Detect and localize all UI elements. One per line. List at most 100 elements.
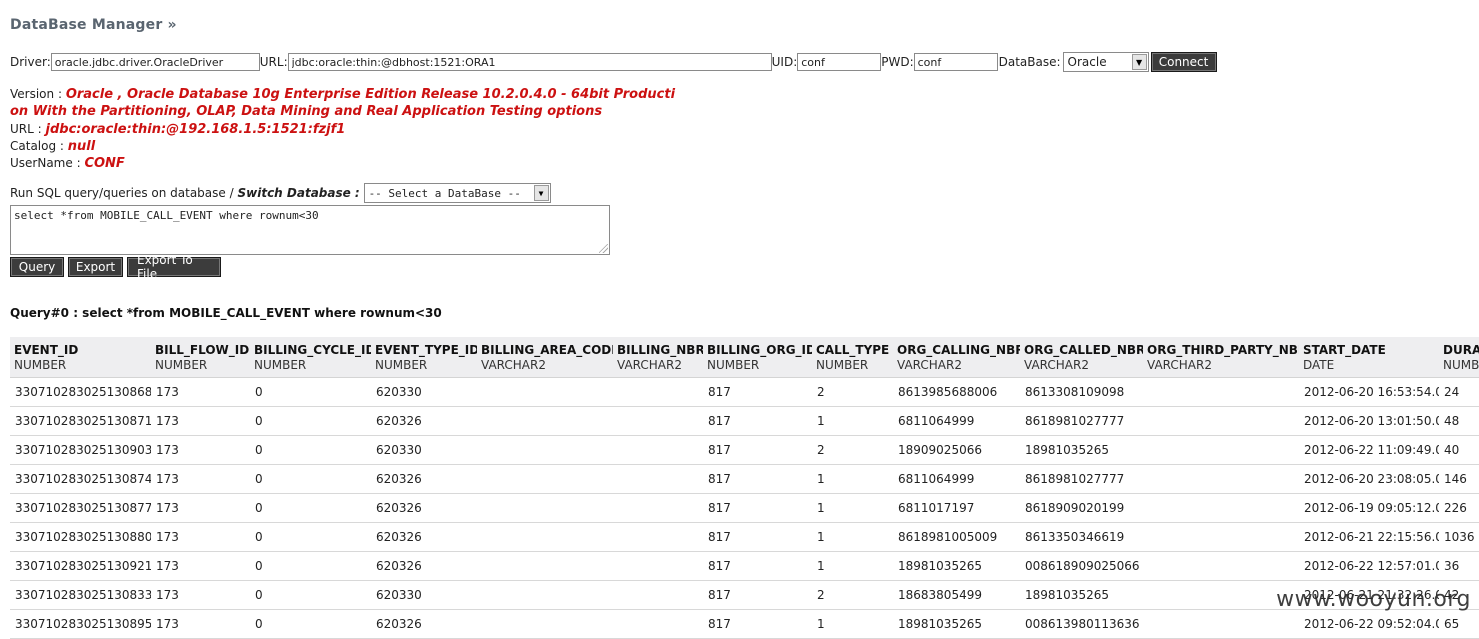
column-type: VARCHAR2: [897, 358, 962, 372]
version-label: Version :: [10, 87, 62, 101]
column-name: ORG_CALLING_NBR: [897, 343, 1020, 357]
table-header-row: EVENT_ID NUMBER BILL_FLOW_ID NUMBER BILLING_…: [10, 337, 1479, 378]
table-cell: 1: [812, 551, 893, 581]
chevron-down-icon[interactable]: ▼: [533, 185, 549, 201]
chevron-down-icon[interactable]: ▼: [1131, 54, 1147, 70]
connection-info: Version : Oracle , Oracle Database 10g E…: [10, 86, 675, 172]
table-cell: 620330: [371, 435, 477, 465]
table-cell: 1: [812, 522, 893, 552]
table-cell: [613, 493, 703, 523]
pwd-label: PWD:: [881, 55, 914, 69]
table-cell: 817: [703, 464, 812, 494]
table-cell: 2012-06-20 23:08:05.0: [1299, 464, 1439, 494]
uid-input[interactable]: [797, 53, 882, 71]
table-cell: 8618981027777: [1020, 406, 1143, 436]
driver-input[interactable]: [50, 53, 260, 71]
column-name: EVENT_ID: [14, 343, 79, 357]
table-cell: 0: [250, 609, 371, 639]
table-cell: 24: [1439, 377, 1479, 407]
username-label: UserName :: [10, 156, 81, 171]
run-sql-label: Run SQL query/queries on database /: [10, 186, 234, 200]
table-cell: 2012-06-21 22:15:56.0: [1299, 522, 1439, 552]
column-name: BILLING_CYCLE_ID: [254, 343, 371, 357]
table-cell: 2012-06-20 13:01:50.0: [1299, 406, 1439, 436]
table-row: 330710283025130880 173 0 620326 817 1 86189810…: [10, 522, 1479, 552]
table-row: 330710283025130877 173 0 620326 817 1 68110171…: [10, 493, 1479, 523]
url-label: URL:: [259, 55, 288, 69]
results-table-wrap: EVENT_ID NUMBER BILL_FLOW_ID NUMBER BILLING_…: [10, 337, 1479, 639]
table-cell: 40: [1439, 435, 1479, 465]
database-select-value: Oracle: [1067, 55, 1107, 69]
switch-database-select[interactable]: -- Select a DataBase -- ▼: [363, 183, 551, 203]
column-name: BILLING_ORG_ID: [707, 343, 812, 357]
table-cell: 2: [812, 580, 893, 610]
resize-grip-icon[interactable]: [599, 244, 608, 253]
query-actions: Query Export Export To File: [10, 253, 221, 281]
table-cell: 1: [812, 493, 893, 523]
table-cell: 18981035265: [1020, 435, 1143, 465]
table-cell: 1036: [1439, 522, 1479, 552]
column-type: NUMBER: [816, 358, 869, 372]
table-cell: 2012-06-22 09:52:04.0: [1299, 609, 1439, 639]
column-name: START_DATE: [1303, 343, 1386, 357]
table-cell: [477, 522, 613, 552]
database-select[interactable]: Oracle ▼: [1062, 52, 1149, 72]
table-cell: [613, 522, 703, 552]
table-cell: 330710283025130903: [10, 435, 151, 465]
table-cell: 330710283025130874: [10, 464, 151, 494]
table-row: 330710283025130868 173 0 620330 817 2 86139856…: [10, 377, 1479, 407]
table-cell: 0: [250, 377, 371, 407]
sql-textarea[interactable]: select *from MOBILE_CALL_EVENT where row…: [10, 205, 610, 255]
table-cell: 173: [151, 522, 250, 552]
column-type: NUMBER: [707, 358, 760, 372]
table-cell: 173: [151, 464, 250, 494]
table-cell: 2: [812, 377, 893, 407]
table-cell: 0: [250, 493, 371, 523]
column-name: BILLING_AREA_CODE: [481, 343, 613, 357]
table-cell: 8613985688006: [893, 377, 1020, 407]
table-cell: 1: [812, 464, 893, 494]
version-value: Oracle , Oracle Database 10g Enterprise …: [65, 87, 676, 102]
query-button[interactable]: Query: [10, 257, 64, 277]
connect-button[interactable]: Connect: [1150, 52, 1217, 72]
table-cell: [477, 406, 613, 436]
column-type: VARCHAR2: [481, 358, 546, 372]
table-cell: 330710283025130871: [10, 406, 151, 436]
table-cell: 173: [151, 580, 250, 610]
table-cell: 817: [703, 493, 812, 523]
table-cell: [1143, 377, 1299, 407]
column-header: BILLING_AREA_CODE VARCHAR2: [477, 337, 613, 378]
connection-bar: Driver: URL: UID: PWD: DataBase: Oracle …: [10, 51, 1217, 73]
table-row: 330710283025130921 173 0 620326 817 1 18981035…: [10, 551, 1479, 581]
database-label: DataBase:: [998, 55, 1061, 69]
switch-database-value: -- Select a DataBase --: [368, 186, 521, 200]
url-info-value: jdbc:oracle:thin:@192.168.1.5:1521:fzjf1: [45, 121, 346, 137]
column-type: NUMBER: [254, 358, 307, 372]
sql-text: select *from MOBILE_CALL_EVENT where row…: [14, 209, 319, 222]
url-input[interactable]: [287, 53, 772, 71]
table-cell: 1: [812, 609, 893, 639]
export-to-file-button[interactable]: Export To File: [127, 253, 221, 281]
table-cell: 620326: [371, 464, 477, 494]
table-cell: [613, 377, 703, 407]
table-cell: 330710283025130877: [10, 493, 151, 523]
table-cell: 36: [1439, 551, 1479, 581]
table-cell: 330710283025130895: [10, 609, 151, 639]
url-info-label: URL :: [10, 121, 42, 136]
table-cell: 6811017197: [893, 493, 1020, 523]
table-cell: [613, 551, 703, 581]
table-row: 330710283025130871 173 0 620326 817 1 68110649…: [10, 406, 1479, 436]
column-header: EVENT_ID NUMBER: [10, 337, 151, 378]
table-cell: 226: [1439, 493, 1479, 523]
column-name: CALL_TYPE: [816, 343, 890, 357]
pwd-input[interactable]: [913, 53, 998, 71]
column-type: NUMB: [1443, 358, 1479, 372]
results-table: EVENT_ID NUMBER BILL_FLOW_ID NUMBER BILLING_…: [10, 337, 1479, 639]
table-cell: 48: [1439, 406, 1479, 436]
table-cell: 620326: [371, 406, 477, 436]
table-cell: [1143, 464, 1299, 494]
table-cell: [477, 580, 613, 610]
export-button[interactable]: Export: [68, 257, 123, 277]
table-cell: 173: [151, 609, 250, 639]
table-cell: 330710283025130868: [10, 377, 151, 407]
